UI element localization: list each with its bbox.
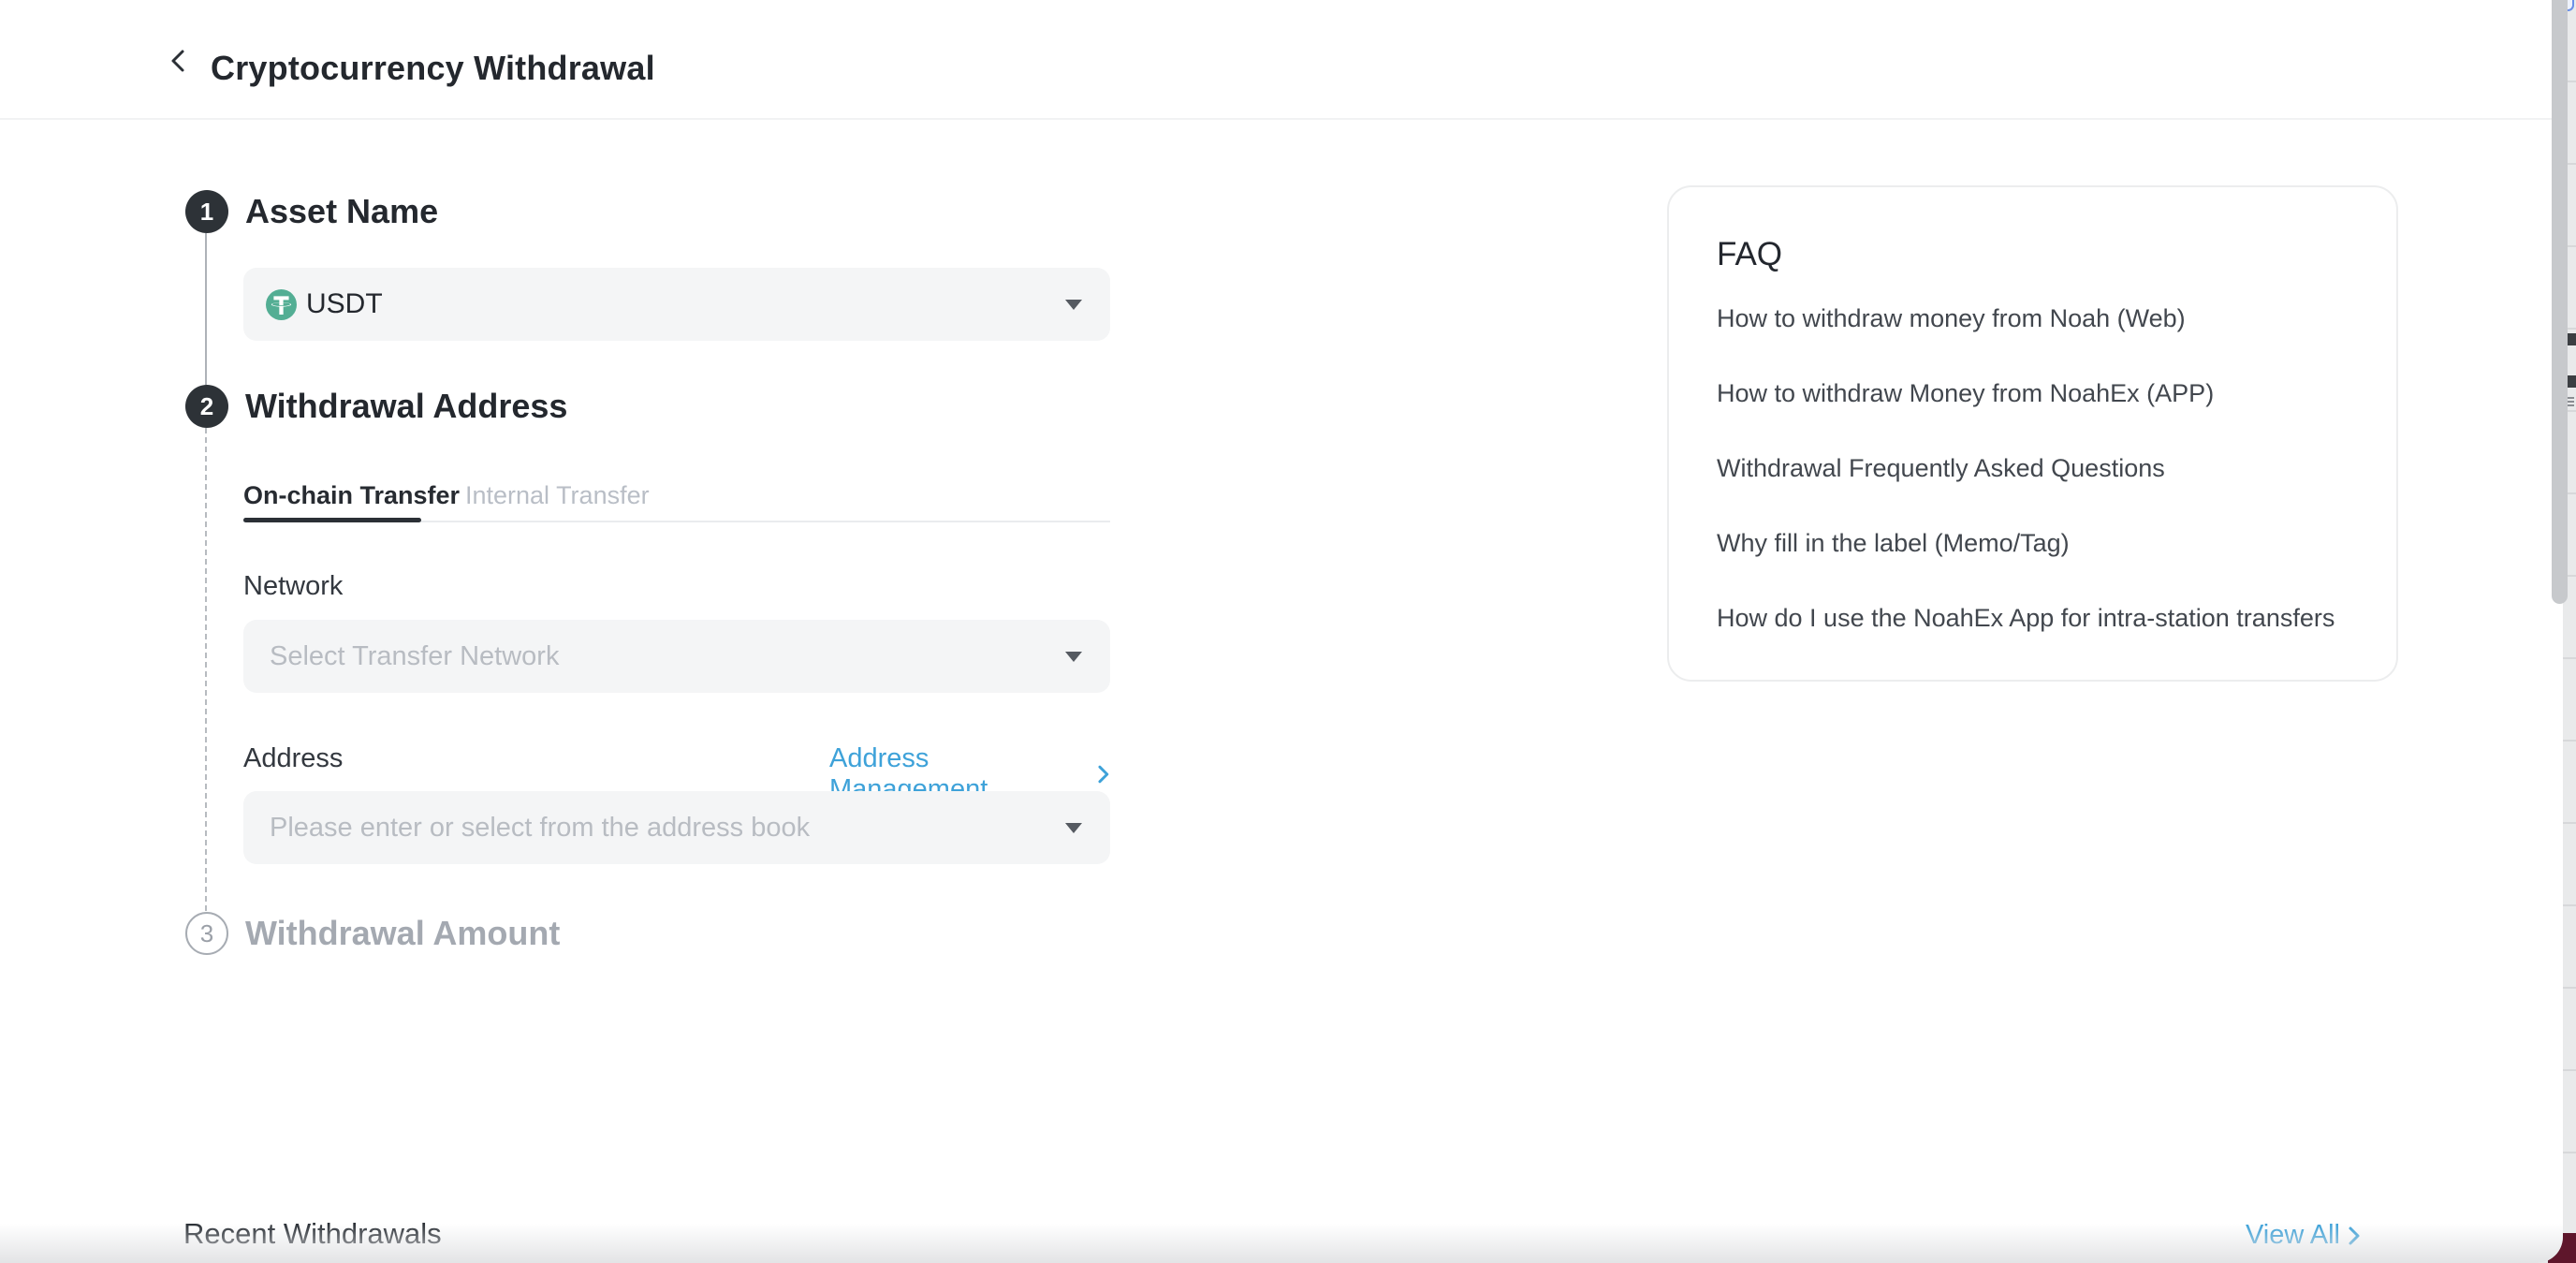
bottom-fade <box>0 1224 2563 1263</box>
step-1-indicator: 1 <box>185 190 228 233</box>
chevron-down-icon <box>1065 652 1082 662</box>
chevron-down-icon <box>1065 823 1082 833</box>
faq-item[interactable]: How to withdraw Money from NoahEx (APP) <box>1717 356 2359 431</box>
tabs-active-indicator <box>243 518 421 522</box>
network-select[interactable]: Select Transfer Network <box>243 620 1110 693</box>
step-3-indicator: 3 <box>185 912 228 955</box>
network-placeholder: Select Transfer Network <box>270 641 559 672</box>
address-label: Address <box>243 743 343 774</box>
asset-select[interactable]: USDT <box>243 268 1110 341</box>
vertical-scrollbar-thumb[interactable] <box>2552 0 2568 604</box>
step-1-title: Asset Name <box>245 192 438 231</box>
step-connector-solid <box>205 233 207 385</box>
chevron-right-icon <box>1097 764 1110 785</box>
page-title: Cryptocurrency Withdrawal <box>211 49 655 88</box>
faq-item[interactable]: How do I use the NoahEx App for intra-st… <box>1717 580 2359 655</box>
faq-item[interactable]: How to withdraw money from Noah (Web) <box>1717 281 2359 356</box>
withdrawal-page: Cryptocurrency Withdrawal 1 Asset Name U… <box>0 0 2563 1263</box>
page-header: Cryptocurrency Withdrawal <box>0 0 2563 120</box>
step-2-indicator: 2 <box>185 385 228 428</box>
step-3-title: Withdrawal Amount <box>245 914 560 953</box>
back-button[interactable] <box>165 47 193 75</box>
step-connector-dashed <box>205 428 207 911</box>
tether-icon <box>266 289 297 320</box>
address-placeholder: Please enter or select from the address … <box>270 813 810 844</box>
tab-onchain-transfer[interactable]: On-chain Transfer <box>243 481 460 510</box>
tab-internal-transfer[interactable]: Internal Transfer <box>465 481 650 510</box>
faq-card: FAQ How to withdraw money from Noah (Web… <box>1667 185 2398 682</box>
faq-item[interactable]: Withdrawal Frequently Asked Questions <box>1717 431 2359 506</box>
faq-item[interactable]: Why fill in the label (Memo/Tag) <box>1717 506 2359 580</box>
step-2-title: Withdrawal Address <box>245 387 567 426</box>
faq-title: FAQ <box>1717 236 2359 273</box>
network-label: Network <box>243 571 343 602</box>
chevron-left-icon <box>165 47 193 75</box>
asset-selected-value: USDT <box>306 288 383 320</box>
chevron-down-icon <box>1065 300 1082 310</box>
faq-list: How to withdraw money from Noah (Web) Ho… <box>1717 281 2359 655</box>
address-select[interactable]: Please enter or select from the address … <box>243 791 1110 864</box>
